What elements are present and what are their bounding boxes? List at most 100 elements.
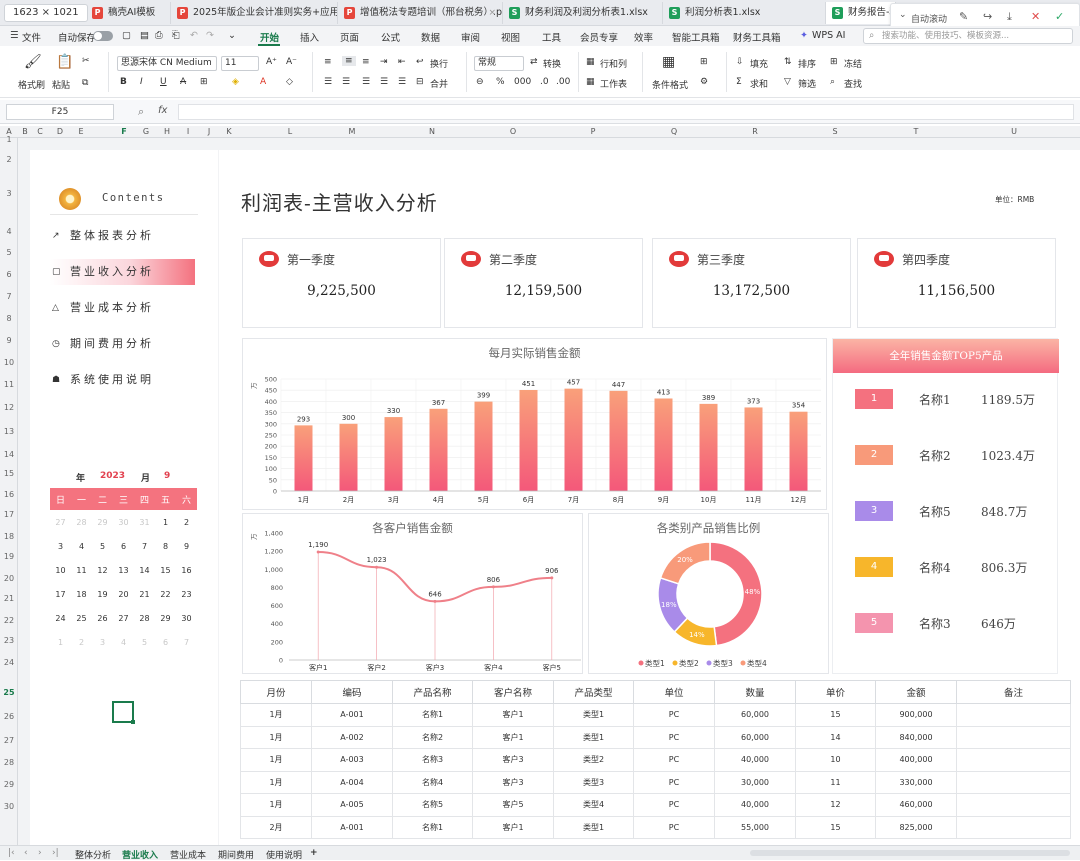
bar[interactable] — [564, 388, 583, 491]
share-icon[interactable]: ↪ — [983, 10, 992, 23]
sheet-tab-cost[interactable]: 营业成本 — [170, 848, 206, 861]
fill-color-icon[interactable]: ◈ — [232, 77, 239, 87]
calendar-day[interactable]: 15 — [155, 558, 176, 582]
menu-tab-view[interactable]: 视图 — [501, 30, 520, 44]
table-header-cell[interactable]: 金额 — [875, 680, 957, 704]
row-header-19[interactable]: 19 — [0, 552, 18, 561]
table-cell[interactable]: A-001 — [311, 703, 393, 727]
sheet-tab-revenue[interactable]: 营业收入 — [122, 848, 158, 861]
table-cell[interactable]: PC — [633, 703, 715, 727]
thousands-icon[interactable]: 000 — [514, 77, 531, 87]
file-tab-3[interactable]: S 财务利润及利润分析表1.xlsx — [503, 2, 663, 24]
font-color-icon[interactable]: A — [260, 77, 266, 87]
table-cell[interactable]: 1月 — [240, 793, 312, 817]
data-point[interactable] — [550, 576, 554, 580]
align-top-icon[interactable]: ≡ — [324, 57, 332, 67]
column-header-S[interactable]: S — [832, 127, 837, 136]
print-preview-icon[interactable]: ⎙ — [155, 30, 163, 41]
table-cell[interactable]: 12 — [795, 793, 876, 817]
table-cell[interactable]: 1月 — [240, 703, 312, 727]
table-cell[interactable]: 10 — [795, 748, 876, 772]
table-header-cell[interactable]: 单价 — [795, 680, 876, 704]
table-cell[interactable]: 30,000 — [714, 770, 796, 794]
close-icon[interactable]: ✕ — [1031, 10, 1040, 23]
bar[interactable] — [654, 398, 673, 491]
calendar-day[interactable]: 27 — [50, 510, 71, 534]
font-size-select[interactable]: 11 — [221, 56, 259, 71]
row-header-25[interactable]: 25 — [0, 688, 18, 697]
calendar-day[interactable]: 6 — [113, 534, 134, 558]
table-header-cell[interactable]: 数量 — [714, 680, 796, 704]
table-cell[interactable]: PC — [633, 748, 715, 772]
calendar-day[interactable]: 24 — [50, 606, 71, 630]
calendar-day[interactable]: 2 — [176, 510, 197, 534]
table-cell[interactable]: PC — [633, 725, 715, 749]
menu-tab-smart-tools[interactable]: 智能工具箱 — [672, 30, 720, 44]
column-header-U[interactable]: U — [1011, 127, 1017, 136]
column-header-P[interactable]: P — [591, 127, 596, 136]
table-cell[interactable]: 60,000 — [714, 703, 796, 727]
calendar-day[interactable]: 4 — [113, 630, 134, 654]
table-header-cell[interactable]: 客户名称 — [472, 680, 554, 704]
number-format-select[interactable]: 常规 — [474, 56, 524, 71]
row-header-16[interactable]: 16 — [0, 490, 18, 499]
data-point[interactable] — [375, 565, 379, 569]
calendar-day[interactable]: 5 — [134, 630, 155, 654]
table-header-cell[interactable]: 单位 — [633, 680, 715, 704]
hamburger-icon[interactable]: ☰ — [10, 30, 19, 41]
calendar-day[interactable]: 2 — [71, 630, 92, 654]
menu-tab-data[interactable]: 数据 — [421, 30, 440, 44]
table-cell[interactable]: 900,000 — [875, 703, 957, 727]
table-cell[interactable]: 名称1 — [392, 815, 473, 839]
bar[interactable] — [699, 403, 718, 491]
table-cell[interactable]: 40,000 — [714, 748, 796, 772]
bar[interactable] — [474, 401, 493, 491]
calendar-day[interactable]: 31 — [134, 510, 155, 534]
table-cell[interactable]: 1月 — [240, 725, 312, 749]
last-sheet-icon[interactable]: ›| — [52, 848, 59, 858]
paste-button[interactable]: 粘贴 — [52, 78, 70, 91]
row-header-23[interactable]: 23 — [0, 636, 18, 645]
row-header-4[interactable]: 4 — [0, 227, 18, 236]
column-header-B[interactable]: B — [22, 127, 28, 136]
calendar-day[interactable]: 1 — [50, 630, 71, 654]
column-header-K[interactable]: K — [226, 127, 231, 136]
table-cell[interactable]: PC — [633, 770, 715, 794]
calendar-day[interactable]: 13 — [113, 558, 134, 582]
fill-button[interactable]: 填充 — [750, 57, 768, 70]
align-middle-icon[interactable]: ≡ — [342, 56, 356, 66]
file-tab-2[interactable]: P 增值税法专题培训（邢台税务）.pdf × — [338, 2, 503, 24]
table-header-cell[interactable]: 产品名称 — [392, 680, 473, 704]
underline-icon[interactable]: U — [160, 77, 167, 87]
table-cell[interactable] — [956, 725, 1071, 749]
percent-icon[interactable]: % — [496, 77, 505, 87]
row-header-9[interactable]: 9 — [0, 336, 18, 345]
border-icon[interactable]: ⊞ — [200, 77, 208, 87]
column-header-H[interactable]: H — [164, 127, 170, 136]
calendar-day[interactable]: 18 — [71, 582, 92, 606]
next-sheet-icon[interactable]: › — [38, 848, 42, 858]
table-cell[interactable]: 类型1 — [553, 815, 634, 839]
fill-handle[interactable] — [131, 720, 135, 724]
table-cell[interactable]: A-004 — [311, 770, 393, 794]
decrease-decimal-icon[interactable]: .00 — [556, 77, 570, 87]
filter-icon[interactable]: ▽ — [784, 77, 791, 87]
calendar-day[interactable]: 3 — [50, 534, 71, 558]
row-header-20[interactable]: 20 — [0, 574, 18, 583]
menu-tab-finance-tools[interactable]: 财务工具箱 — [733, 30, 781, 44]
row-header-21[interactable]: 21 — [0, 594, 18, 603]
row-header-28[interactable]: 28 — [0, 758, 18, 767]
convert-button[interactable]: 转换 — [543, 57, 561, 70]
sidebar-item-revenue[interactable]: ▢ 营业收入分析 — [50, 259, 195, 285]
table-cell[interactable] — [956, 793, 1071, 817]
table-cell[interactable]: A-003 — [311, 748, 393, 772]
table-cell[interactable]: A-001 — [311, 815, 393, 839]
file-tab-0[interactable]: P 稿壳AI模板 — [86, 2, 171, 24]
rows-cols-button[interactable]: 行和列 — [600, 57, 627, 70]
table-cell[interactable]: 类型1 — [553, 725, 634, 749]
freeze-icon[interactable]: ⊞ — [830, 57, 838, 67]
align-bottom-icon[interactable]: ≡ — [362, 57, 370, 67]
sheet-tab-help[interactable]: 使用说明 — [266, 848, 302, 861]
calendar-day[interactable]: 11 — [71, 558, 92, 582]
menu-file[interactable]: 文件 — [22, 30, 41, 44]
